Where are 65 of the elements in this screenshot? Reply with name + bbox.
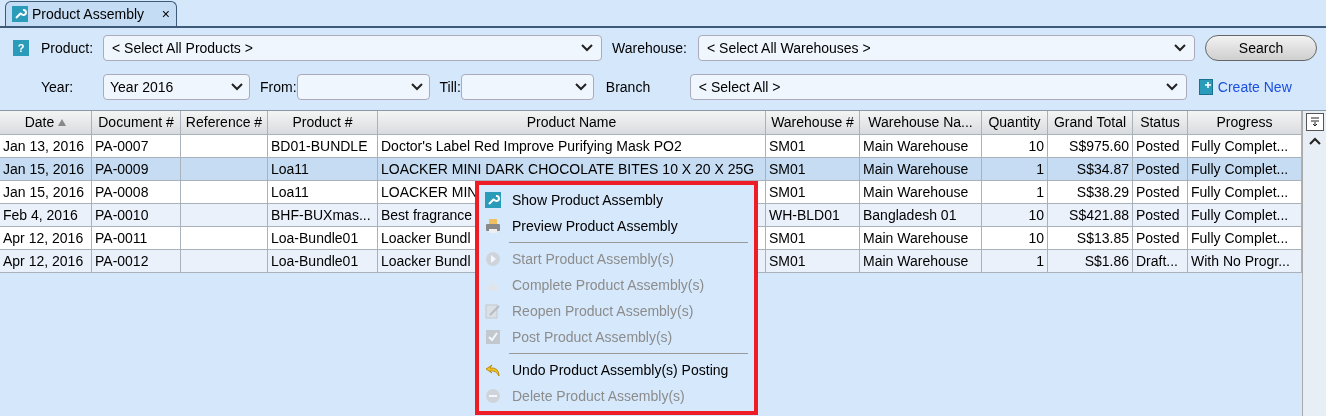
table-cell-text: Posted (1136, 159, 1180, 179)
table-cell-text: Fully Complet... (1191, 159, 1289, 179)
table-cell-text: WH-BLD01 (769, 205, 840, 225)
table-cell-text: LOACKER MINI DARK CHOCOLATE BITES 10 X 20 X 25G (381, 159, 755, 179)
table-cell-text: Feb 4, 2016 (3, 205, 78, 225)
table-cell-text: Jan 13, 2016 (3, 136, 84, 156)
table-cell-text: Fully Complet... (1191, 205, 1289, 225)
table-cell-text: PA-0007 (95, 136, 149, 156)
table-cell-text: SM01 (769, 136, 806, 156)
table-cell-text: Fully Complet... (1191, 228, 1289, 248)
table-cell-text: SM01 (769, 182, 806, 202)
table-cell-text: Posted (1136, 136, 1180, 156)
field-label: Product: (41, 38, 95, 58)
table-cell-text: Loa-Bundle01 (271, 228, 359, 248)
table-cell-text: SM01 (769, 251, 806, 271)
table-cell-text: PA-0009 (95, 159, 149, 179)
table-cell-text: Best fragrance (381, 205, 473, 225)
table-cell-text: Bangladesh 01 (863, 205, 957, 225)
table-cell-text: BHF-BUXmas... (271, 205, 371, 225)
table-cell-text: PA-0010 (95, 205, 149, 225)
field-label: Branch (605, 77, 652, 97)
table-cell-text: S$421.88 (1069, 205, 1129, 225)
table-cell-text: 1 (1036, 159, 1044, 179)
table-cell-text: Main Warehouse (863, 136, 969, 156)
table-cell-text: Main Warehouse (863, 228, 969, 248)
table-cell-text: Loacker Bundl (381, 251, 471, 271)
table-cell-text: S$34.87 (1076, 159, 1129, 179)
table-cell-text: Main Warehouse (863, 251, 969, 271)
table-cell-text: Doctor's Label Red Improve Purifying Mask PO2 (381, 136, 682, 156)
table-cell-text: Posted (1136, 228, 1180, 248)
field-label: Year: (41, 77, 75, 97)
table-cell-text: Draft... (1136, 251, 1178, 271)
table-cell-text: Loa-Bundle01 (271, 251, 359, 271)
table-cell-text: 1 (1036, 182, 1044, 202)
table-cell-text: 10 (1028, 136, 1044, 156)
table-cell-text: Posted (1136, 205, 1180, 225)
table-cell-text: 10 (1028, 228, 1044, 248)
table-cell-text: Fully Complet... (1191, 136, 1289, 156)
table-cell-text: Jan 15, 2016 (3, 159, 84, 179)
table-cell-text: 1 (1036, 251, 1044, 271)
field-label: Till: (439, 77, 461, 97)
table-cell-text: S$13.85 (1076, 228, 1129, 248)
table-cell-text: S$1.86 (1084, 251, 1129, 271)
table-cell-text: PA-0008 (95, 182, 149, 202)
table-cell-text: Apr 12, 2016 (3, 228, 84, 248)
field-label: Warehouse: (612, 38, 688, 58)
table-cell-text: With No Progr... (1191, 251, 1290, 271)
table-cell-text: Jan 15, 2016 (3, 182, 84, 202)
table-cell-text: SM01 (769, 228, 806, 248)
table-cell-text: Loa11 (271, 182, 309, 202)
table-cell-text: Apr 12, 2016 (3, 251, 84, 271)
field-label: From: (260, 77, 297, 97)
table-cell-text: Main Warehouse (863, 159, 969, 179)
table-cell-text: Loacker Bundl (381, 228, 471, 248)
table-cell-text: Main Warehouse (863, 182, 969, 202)
table-cell-text: S$38.29 (1076, 182, 1129, 202)
table-cell-text: Posted (1136, 182, 1180, 202)
table-cell-text: Loa11 (271, 159, 309, 179)
table-cell-text: 10 (1028, 205, 1044, 225)
table-cell-text: S$975.60 (1069, 136, 1129, 156)
table-cell-text: SM01 (769, 159, 806, 179)
table-cell-text: PA-0011 (95, 228, 148, 248)
table-cell-text: Fully Complet... (1191, 182, 1289, 202)
table-cell-text: PA-0012 (95, 251, 149, 271)
table-cell-text: BD01-BUNDLE (271, 136, 368, 156)
